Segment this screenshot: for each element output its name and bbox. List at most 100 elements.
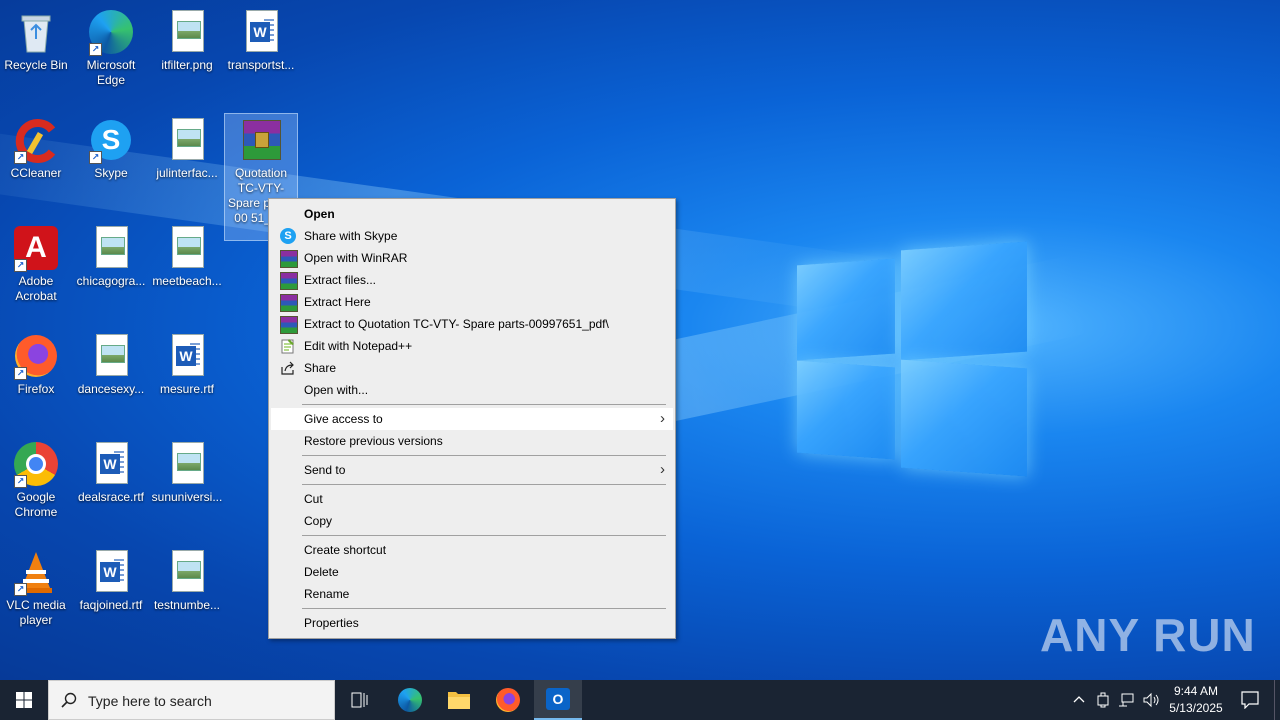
menu-item-send-to[interactable]: Send to › [271, 459, 673, 481]
menu-item-label: Open with WinRAR [304, 251, 408, 265]
show-hidden-icons-button[interactable] [1068, 680, 1090, 720]
taskbar-firefox[interactable] [484, 680, 532, 720]
desktop-icon-julinterfac[interactable]: julinterfac... [151, 114, 223, 181]
menu-item-extract-files[interactable]: Extract files... [271, 269, 673, 291]
menu-item-cut[interactable]: Cut [271, 488, 673, 510]
taskbar-outlook[interactable]: O [534, 680, 582, 720]
menu-separator [302, 404, 666, 405]
image-file-icon [87, 224, 135, 272]
shortcut-arrow-icon: ↗ [89, 43, 102, 56]
task-view-button[interactable] [336, 680, 384, 720]
desktop-icon-dealsrace[interactable]: W dealsrace.rtf [75, 438, 147, 505]
menu-item-give-access-to[interactable]: Give access to › [271, 408, 673, 430]
word-document-icon: W [163, 332, 211, 380]
clock-date: 5/13/2025 [1169, 701, 1223, 715]
desktop-icon-firefox[interactable]: ↗ Firefox [0, 330, 72, 397]
menu-item-restore-previous-versions[interactable]: Restore previous versions [271, 430, 673, 452]
menu-separator [302, 455, 666, 456]
desktop-icon-skype[interactable]: S ↗ Skype [75, 114, 147, 181]
taskbar-edge[interactable] [386, 680, 434, 720]
menu-item-label: Rename [304, 587, 350, 601]
menu-item-label: Extract to Quotation TC-VTY- Spare parts… [304, 317, 609, 331]
outlook-icon: O [546, 688, 570, 710]
icon-label: Google Chrome [14, 490, 58, 519]
network-button[interactable] [1115, 680, 1137, 720]
image-file-icon [163, 440, 211, 488]
menu-item-rename[interactable]: Rename [271, 583, 673, 605]
tray-device-button[interactable] [1092, 680, 1114, 720]
recycle-bin-icon [12, 8, 60, 56]
windows-start-icon [16, 692, 32, 708]
menu-item-label: Delete [304, 565, 339, 579]
menu-separator [302, 535, 666, 536]
show-desktop-button[interactable] [1274, 680, 1280, 720]
search-box[interactable]: Type here to search [48, 680, 335, 720]
desktop-icon-dancesexy[interactable]: dancesexy... [75, 330, 147, 397]
icon-label: mesure.rtf [159, 382, 214, 396]
desktop-icon-microsoft-edge[interactable]: ↗ Microsoft Edge [75, 6, 147, 88]
desktop-icon-faqjoined[interactable]: W faqjoined.rtf [75, 546, 147, 613]
desktop-icon-itfilter[interactable]: itfilter.png [151, 6, 223, 73]
word-document-icon: W [237, 8, 285, 56]
search-placeholder: Type here to search [88, 693, 212, 709]
desktop-icon-vlc[interactable]: ↗ VLC media player [0, 546, 72, 628]
menu-item-open-with-winrar[interactable]: Open with WinRAR [271, 247, 673, 269]
network-icon [1119, 693, 1134, 707]
icon-label: itfilter.png [161, 58, 213, 72]
desktop-icon-chicagogra[interactable]: chicagogra... [75, 222, 147, 289]
desktop-icon-adobe-acrobat[interactable]: A ↗ Adobe Acrobat [0, 222, 72, 304]
menu-item-label: Extract files... [304, 273, 377, 287]
clock[interactable]: 9:44 AM 5/13/2025 [1164, 680, 1228, 720]
menu-item-edit-with-notepadpp[interactable]: Edit with Notepad++ [271, 335, 673, 357]
menu-item-extract-to[interactable]: Extract to Quotation TC-VTY- Spare parts… [271, 313, 673, 335]
firefox-icon: ↗ [12, 332, 60, 380]
menu-item-label: Edit with Notepad++ [304, 339, 413, 353]
desktop-icon-ccleaner[interactable]: ↗ CCleaner [0, 114, 72, 181]
desktop-icon-meetbeach[interactable]: meetbeach... [151, 222, 223, 289]
menu-item-share[interactable]: Share [271, 357, 673, 379]
share-icon [280, 360, 296, 376]
start-button[interactable] [0, 680, 48, 720]
icon-label: Skype [94, 166, 128, 180]
image-file-icon [87, 332, 135, 380]
menu-item-label: Share with Skype [304, 229, 398, 243]
desktop-icon-testnumbe[interactable]: testnumbe... [151, 546, 223, 613]
taskbar-file-explorer[interactable] [435, 680, 483, 720]
folder-icon [448, 692, 470, 709]
menu-item-extract-here[interactable]: Extract Here [271, 291, 673, 313]
volume-button[interactable] [1139, 680, 1163, 720]
chevron-right-icon: › [660, 461, 665, 478]
menu-item-label: Copy [304, 514, 333, 528]
winrar-icon [280, 250, 298, 268]
edge-icon [398, 688, 422, 712]
menu-item-open[interactable]: Open [271, 203, 673, 225]
menu-item-delete[interactable]: Delete [271, 561, 673, 583]
menu-item-open-with[interactable]: Open with... [271, 379, 673, 401]
ccleaner-icon: ↗ [12, 116, 60, 164]
menu-item-properties[interactable]: Properties [271, 612, 673, 634]
shortcut-arrow-icon: ↗ [14, 367, 27, 380]
icon-label: VLC media player [6, 598, 66, 627]
menu-item-copy[interactable]: Copy [271, 510, 673, 532]
context-menu: Open S Share with Skype Open with WinRAR … [268, 198, 676, 639]
speaker-icon [1143, 692, 1159, 708]
adobe-acrobat-icon: A ↗ [12, 224, 60, 272]
desktop-icon-recycle-bin[interactable]: Recycle Bin [0, 6, 72, 73]
notifications-button[interactable] [1232, 680, 1268, 720]
taskbar: Type here to search O 9:44 AM 5/13/2025 [0, 680, 1280, 720]
desktop-icon-mesure[interactable]: W mesure.rtf [151, 330, 223, 397]
winrar-archive-icon [237, 116, 285, 164]
desktop-icon-sununiversi[interactable]: sununiversi... [151, 438, 223, 505]
icon-label: chicagogra... [76, 274, 146, 288]
shortcut-arrow-icon: ↗ [14, 583, 27, 596]
image-file-icon [163, 116, 211, 164]
menu-item-label: Share [304, 361, 337, 375]
desktop-icon-transportst[interactable]: W transportst... [225, 6, 297, 73]
menu-item-create-shortcut[interactable]: Create shortcut [271, 539, 673, 561]
menu-item-share-with-skype[interactable]: S Share with Skype [271, 225, 673, 247]
anyrun-watermark: ANY RUN [1040, 609, 1256, 661]
vlc-icon: ↗ [12, 548, 60, 596]
desktop-icon-google-chrome[interactable]: ↗ Google Chrome [0, 438, 72, 520]
shortcut-arrow-icon: ↗ [14, 475, 27, 488]
menu-separator [302, 484, 666, 485]
